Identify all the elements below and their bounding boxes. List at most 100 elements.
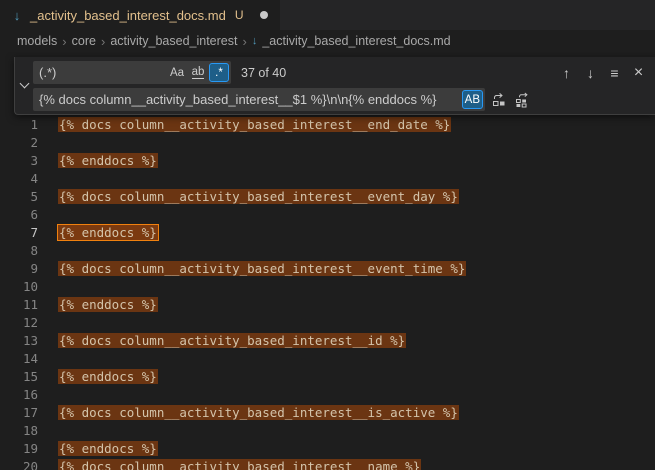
line-number: 4 <box>0 170 38 188</box>
line-number: 20 <box>0 458 38 470</box>
code-line[interactable]: 14 <box>0 350 655 368</box>
code-line[interactable]: 3{% enddocs %} <box>0 152 655 170</box>
code-line[interactable]: 2 <box>0 134 655 152</box>
line-content: {% docs column__activity_based_interest_… <box>58 116 451 134</box>
tab-activity-based-interest-docs[interactable]: ↓ _activity_based_interest_docs.md U <box>0 0 281 30</box>
code-line[interactable]: 5 {% docs column__activity_based_interest… <box>0 188 655 206</box>
replace-all-button[interactable] <box>512 89 533 110</box>
vscode-window: ↓ _activity_based_interest_docs.md U mod… <box>0 0 655 470</box>
markdown-file-icon: ↓ <box>10 8 24 23</box>
line-number: 10 <box>0 278 38 296</box>
breadcrumb-item[interactable]: core <box>72 34 96 48</box>
line-content: {% enddocs %} <box>58 296 158 314</box>
breadcrumb-separator: › <box>101 34 105 49</box>
find-match: {% docs column__activity_based_interest_… <box>58 333 406 348</box>
match-count: 37 of 40 <box>241 66 286 80</box>
code-line[interactable]: 1 {% docs column__activity_based_interest… <box>0 116 655 134</box>
line-content: {% docs column__activity_based_interest_… <box>58 404 459 422</box>
find-match: {% docs column__activity_based_interest_… <box>58 189 459 204</box>
line-content: {% docs column__activity_based_interest_… <box>58 332 406 350</box>
code-line[interactable]: 9 {% docs column__activity_based_interest… <box>0 260 655 278</box>
match-case-button[interactable]: Aa <box>167 63 187 82</box>
find-input[interactable] <box>39 65 166 80</box>
preserve-case-button[interactable]: AB <box>462 90 483 109</box>
code-line[interactable]: 7 {% enddocs %} <box>0 224 655 242</box>
line-content: {% enddocs %} <box>58 224 158 242</box>
breadcrumb-item[interactable]: _activity_based_interest_docs.md <box>262 34 450 48</box>
breadcrumb-separator: › <box>242 34 246 49</box>
tab-title: _activity_based_interest_docs.md <box>30 8 226 23</box>
regex-button[interactable]: .* <box>209 63 229 82</box>
code-line[interactable]: 20 {% docs column__activity_based_interes… <box>0 458 655 470</box>
code-line[interactable]: 19 {% enddocs %} <box>0 440 655 458</box>
replace-input-wrap: AB <box>33 88 485 111</box>
line-content: {% enddocs %} <box>58 152 158 170</box>
code-line[interactable]: 6 <box>0 206 655 224</box>
editor-pane[interactable]: Aa ab .* 37 of 40 ↑ ↓ ≡ × AB <box>0 52 655 470</box>
find-match: {% docs column__activity_based_interest_… <box>58 405 459 420</box>
find-match: {% enddocs %} <box>58 369 158 384</box>
find-replace-widget: Aa ab .* 37 of 40 ↑ ↓ ≡ × AB <box>14 57 655 115</box>
code-line[interactable]: 8 <box>0 242 655 260</box>
code-lines: 1 {% docs column__activity_based_interest… <box>0 116 655 470</box>
code-line[interactable]: 17 {% docs column__activity_based_interes… <box>0 404 655 422</box>
replace-row: AB <box>33 88 649 111</box>
breadcrumb-separator: › <box>62 34 66 49</box>
close-find-button[interactable]: × <box>628 62 649 83</box>
code-line[interactable]: 18 <box>0 422 655 440</box>
git-status-badge: U <box>235 8 244 22</box>
unsaved-changes-dot[interactable] <box>260 11 268 19</box>
find-match: {% enddocs %} <box>58 441 158 456</box>
find-next-button[interactable]: ↓ <box>580 62 601 83</box>
replace-icon <box>491 92 507 108</box>
line-number: 6 <box>0 206 38 224</box>
code-line[interactable]: 16 <box>0 386 655 404</box>
whole-word-label: ab <box>192 66 205 79</box>
line-number: 18 <box>0 422 38 440</box>
replace-all-icon <box>515 92 531 108</box>
breadcrumb: models › core › activity_based_interest › ↓ _ac… <box>0 30 655 52</box>
replace-input[interactable] <box>39 92 461 107</box>
tab-bar: ↓ _activity_based_interest_docs.md U <box>0 0 655 30</box>
line-number: 15 <box>0 368 38 386</box>
line-content: {% enddocs %} <box>58 368 158 386</box>
line-number: 17 <box>0 404 38 422</box>
line-number: 7 <box>0 224 38 242</box>
breadcrumb-item[interactable]: models <box>17 34 57 48</box>
code-line[interactable]: 11 {% enddocs %} <box>0 296 655 314</box>
code-line[interactable]: 15 {% enddocs %} <box>0 368 655 386</box>
toggle-replace-button[interactable] <box>15 57 33 114</box>
find-match: {% docs column__activity_based_interest_… <box>58 117 451 132</box>
line-content: {% enddocs %} <box>58 440 158 458</box>
line-number: 11 <box>0 296 38 314</box>
code-line[interactable]: 4 <box>0 170 655 188</box>
line-number: 19 <box>0 440 38 458</box>
line-content: {% docs column__activity_based_interest_… <box>58 458 421 470</box>
line-number: 8 <box>0 242 38 260</box>
find-previous-button[interactable]: ↑ <box>556 62 577 83</box>
find-match: {% enddocs %} <box>58 153 158 168</box>
code-line[interactable]: 10 <box>0 278 655 296</box>
line-number: 5 <box>0 188 38 206</box>
find-match: {% enddocs %} <box>58 297 158 312</box>
line-content: {% docs column__activity_based_interest_… <box>58 188 459 206</box>
find-row: Aa ab .* 37 of 40 ↑ ↓ ≡ × <box>33 61 649 84</box>
current-find-match: {% enddocs %} <box>58 225 158 240</box>
line-number: 12 <box>0 314 38 332</box>
code-line[interactable]: 13 {% docs column__activity_based_interes… <box>0 332 655 350</box>
find-input-wrap: Aa ab .* <box>33 61 231 84</box>
find-match: {% docs column__activity_based_interest_… <box>58 459 421 470</box>
whole-word-button[interactable]: ab <box>188 63 208 82</box>
line-number: 13 <box>0 332 38 350</box>
line-content: {% docs column__activity_based_interest_… <box>58 260 466 278</box>
line-number: 16 <box>0 386 38 404</box>
markdown-file-icon: ↓ <box>252 35 258 47</box>
line-number: 2 <box>0 134 38 152</box>
replace-button[interactable] <box>488 89 509 110</box>
code-line[interactable]: 12 <box>0 314 655 332</box>
find-match: {% docs column__activity_based_interest_… <box>58 261 466 276</box>
line-number: 1 <box>0 116 38 134</box>
line-number: 9 <box>0 260 38 278</box>
find-in-selection-button[interactable]: ≡ <box>604 62 625 83</box>
breadcrumb-item[interactable]: activity_based_interest <box>110 34 237 48</box>
